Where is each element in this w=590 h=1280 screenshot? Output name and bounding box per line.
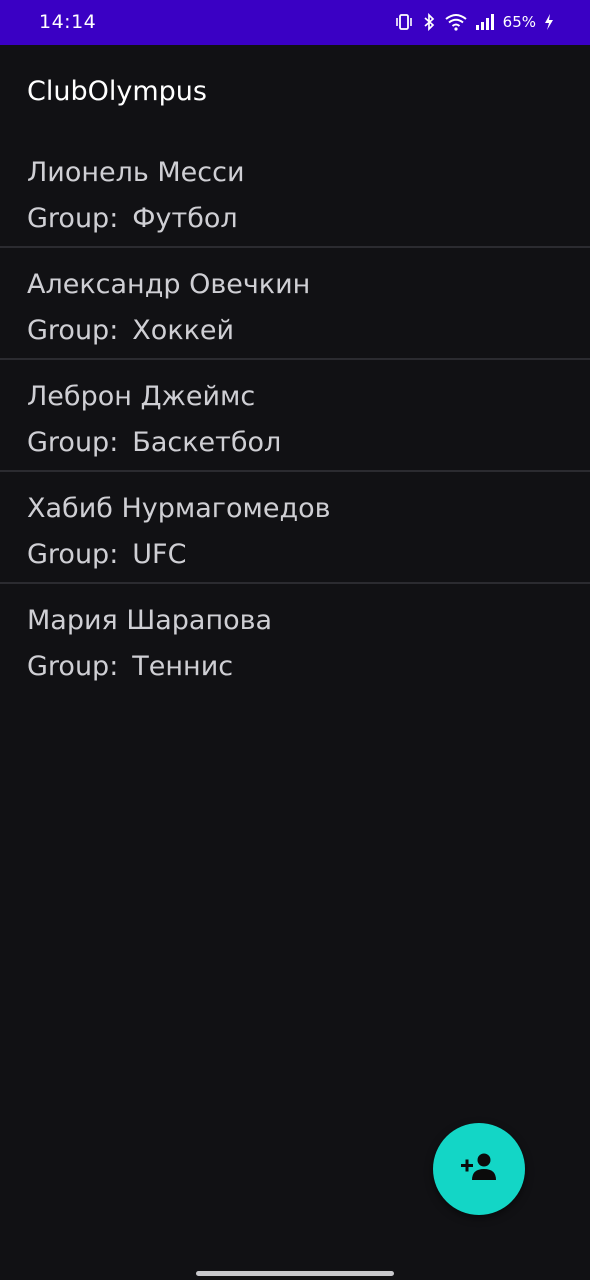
members-list: Лионель Месси Group: Футбол Александр Ове… — [0, 136, 590, 694]
list-item[interactable]: Александр Овечкин Group: Хоккей — [0, 248, 590, 360]
vibrate-icon — [395, 13, 413, 31]
group-label: Group: — [27, 539, 119, 570]
group-value: Хоккей — [132, 315, 235, 346]
charging-icon — [544, 13, 554, 31]
member-name: Лионель Месси — [27, 157, 245, 188]
group-label: Group: — [27, 651, 119, 682]
signal-icon — [475, 13, 495, 31]
group-label: Group: — [27, 427, 119, 458]
member-name: Леброн Джеймс — [27, 381, 256, 412]
bluetooth-icon — [421, 13, 437, 31]
group-value: UFC — [132, 539, 187, 570]
member-group-row: Group: Футбол — [27, 203, 238, 234]
list-item[interactable]: Хабиб Нурмагомедов Group: UFC — [0, 472, 590, 584]
status-icons: 65% — [395, 11, 554, 33]
member-group-row: Group: Хоккей — [27, 315, 234, 346]
member-group-row: Group: Баскетбол — [27, 427, 281, 458]
battery-percent: 65% — [502, 13, 536, 31]
group-value: Теннис — [132, 651, 234, 682]
group-label: Group: — [27, 315, 119, 346]
member-group-row: Group: UFC — [27, 539, 186, 570]
wifi-icon — [445, 13, 467, 31]
status-time: 14:14 — [39, 11, 97, 33]
status-bar: 14:14 65% — [0, 0, 590, 45]
person-add-icon — [460, 1152, 498, 1186]
member-name: Александр Овечкин — [27, 269, 311, 300]
member-group-row: Group: Теннис — [27, 651, 233, 682]
gesture-nav-handle[interactable] — [196, 1271, 394, 1276]
group-value: Футбол — [132, 203, 238, 234]
group-value: Баскетбол — [132, 427, 282, 458]
group-label: Group: — [27, 203, 119, 234]
member-name: Хабиб Нурмагомедов — [27, 493, 331, 524]
list-item[interactable]: Леброн Джеймс Group: Баскетбол — [0, 360, 590, 472]
add-member-button[interactable] — [433, 1123, 525, 1215]
screen: 14:14 65% ClubOlympus Лионель Месси Grou… — [0, 0, 590, 1280]
list-item[interactable]: Лионель Месси Group: Футбол — [0, 136, 590, 248]
list-item[interactable]: Мария Шарапова Group: Теннис — [0, 584, 590, 694]
member-name: Мария Шарапова — [27, 605, 273, 636]
app-title: ClubOlympus — [27, 76, 207, 107]
